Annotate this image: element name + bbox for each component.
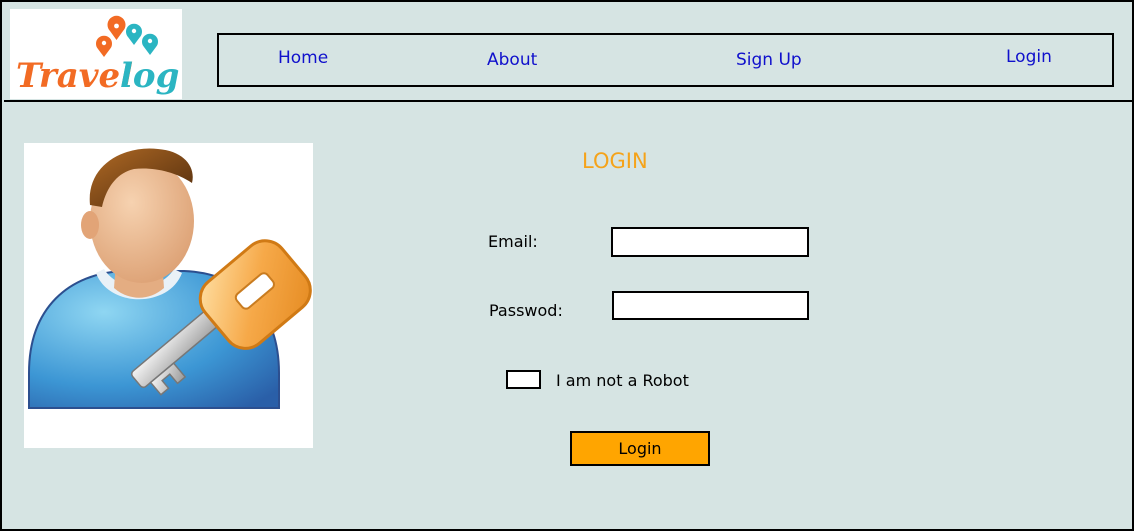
page-frame: Travel log Home About Sign Up Login LOGI… <box>0 0 1134 531</box>
user-key-icon <box>28 148 312 409</box>
nav-signup-link[interactable]: Sign Up <box>736 50 802 70</box>
svg-text:log: log <box>120 56 179 96</box>
nav-about-link[interactable]: About <box>487 50 537 70</box>
email-field[interactable] <box>611 227 809 257</box>
header: Travel log Home About Sign Up Login <box>4 4 1132 102</box>
travellog-logo-icon: Travel log <box>16 15 179 96</box>
nav-home-link[interactable]: Home <box>278 48 328 68</box>
logo-pins <box>96 15 158 57</box>
password-field[interactable] <box>612 291 809 320</box>
password-label: Passwod: <box>489 301 563 320</box>
login-button[interactable]: Login <box>570 431 710 466</box>
user-key-image <box>24 143 313 448</box>
main-nav: Home About Sign Up Login <box>217 33 1114 87</box>
email-label: Email: <box>488 232 538 251</box>
logo[interactable]: Travel log <box>10 9 182 99</box>
robot-label: I am not a Robot <box>556 371 689 390</box>
svg-text:Travel: Travel <box>16 56 133 96</box>
login-title: LOGIN <box>582 149 648 173</box>
nav-login-link[interactable]: Login <box>1006 47 1052 67</box>
robot-checkbox[interactable] <box>506 370 541 389</box>
